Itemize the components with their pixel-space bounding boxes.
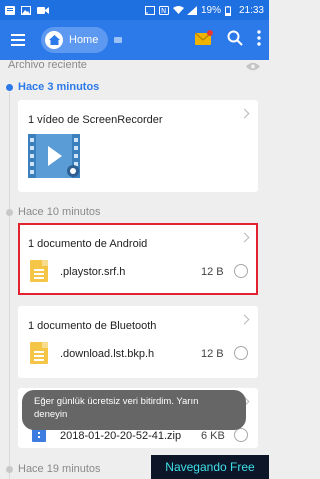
toast-message: Eğer günlük ücretsiz veri bitirdim. Yarı…	[22, 390, 246, 430]
wifi-icon	[172, 5, 184, 15]
select-radio[interactable]	[234, 346, 248, 360]
breadcrumb-home[interactable]: Home	[41, 27, 109, 53]
card-title: 1 documento de Bluetooth	[28, 320, 157, 332]
battery-icon	[224, 5, 235, 16]
timeline-dot	[6, 466, 13, 473]
timeline-dot	[6, 84, 13, 91]
video-camera-icon	[37, 6, 49, 15]
battery-percent: 19%	[200, 4, 221, 16]
home-label: Home	[69, 34, 99, 46]
app-bar: Home	[0, 20, 269, 60]
recent-files-label: Archivo reciente	[8, 59, 87, 71]
clock: 21:33	[238, 4, 264, 16]
timeline-line	[9, 92, 10, 479]
home-icon	[45, 31, 63, 49]
mail-gift-icon[interactable]	[194, 29, 213, 51]
eye-icon[interactable]	[246, 58, 260, 76]
card-title: 1 vídeo de ScreenRecorder	[28, 114, 163, 126]
highlight-box	[18, 223, 258, 295]
time-label: Hace 19 minutos	[18, 463, 101, 475]
menu-icon[interactable]	[11, 33, 29, 47]
video-thumbnail[interactable]	[28, 134, 80, 178]
chevron-right-icon	[239, 314, 250, 325]
nfc-icon: N	[158, 5, 169, 15]
file-size: 12 B	[201, 348, 224, 360]
timeline-dot	[6, 209, 13, 216]
breadcrumb-end	[114, 37, 123, 43]
svg-text:N: N	[161, 7, 166, 15]
gallery-icon	[21, 5, 31, 15]
time-label: Hace 10 minutos	[18, 206, 101, 218]
more-options-icon[interactable]	[257, 29, 261, 51]
navegando-free-badge: Navegando Free	[151, 455, 269, 479]
cast-icon	[144, 5, 155, 15]
file-size: 6 KB	[201, 430, 225, 442]
document-icon	[30, 342, 48, 364]
status-bar: N 19% 21:33	[0, 0, 269, 20]
time-label: Hace 3 minutos	[18, 81, 100, 93]
signal-icon	[186, 5, 197, 15]
search-icon[interactable]	[227, 30, 243, 51]
recent-card-video[interactable]: 1 vídeo de ScreenRecorder	[18, 100, 258, 192]
file-name: .download.lst.bkp.h	[60, 348, 155, 360]
select-radio[interactable]	[234, 428, 248, 442]
recent-card-bluetooth[interactable]: 1 documento de Bluetooth .download.lst.b…	[18, 306, 258, 378]
notification-icon	[5, 5, 15, 15]
file-name: 2018-01-20-20-52-41.zip	[60, 430, 182, 442]
chevron-right-icon	[239, 108, 250, 119]
